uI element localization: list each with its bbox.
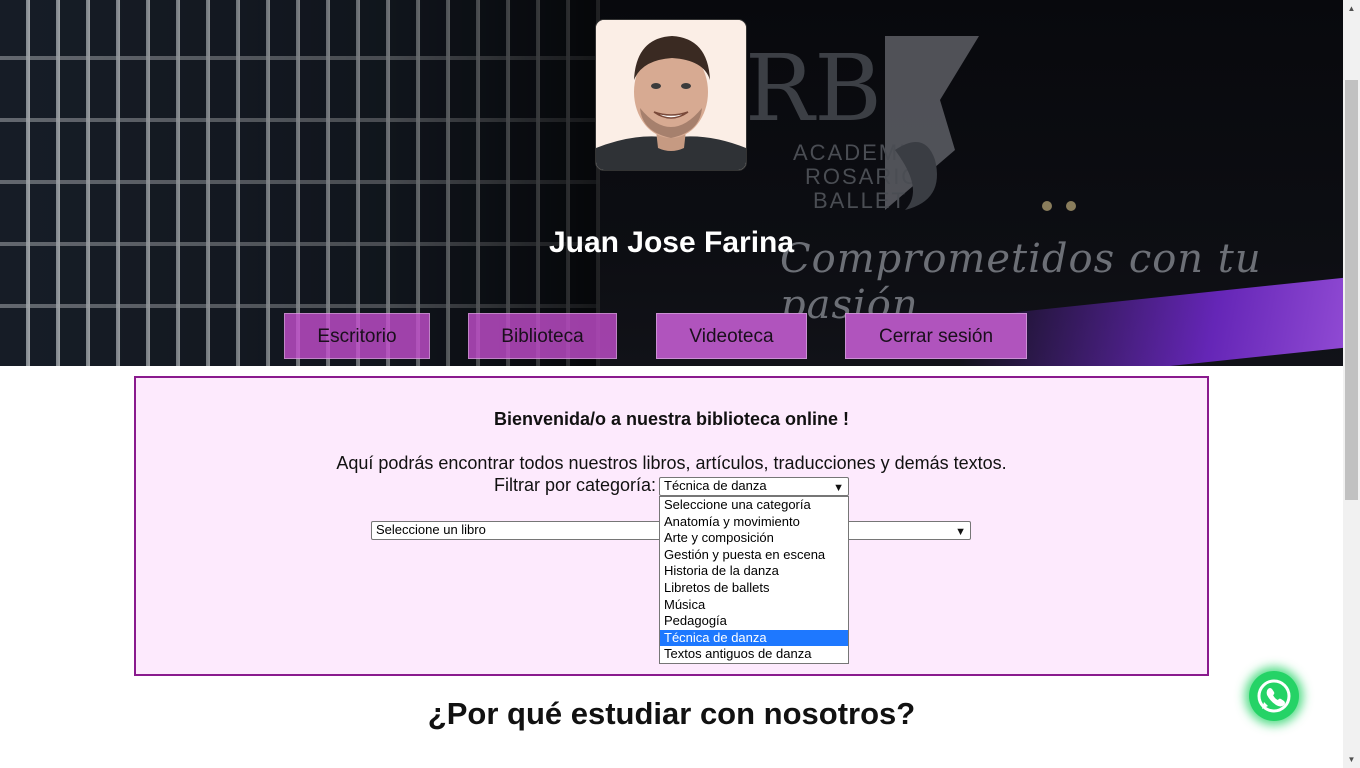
filter-label: Filtrar por categoría: [494,475,657,495]
category-option[interactable]: Libretos de ballets [660,580,848,597]
library-welcome: Bienvenida/o a nuestra biblioteca online… [493,409,850,429]
avatar-photo [596,20,746,170]
nav-videoteca-button[interactable]: Videoteca [656,313,807,359]
category-dropdown-list[interactable]: Seleccione una categoría Anatomía y movi… [659,496,849,664]
logo-line-2: ROSARIO [805,164,920,189]
page: RB ACADEMIA ROSARIO BALLET Comprometidos… [0,0,1343,768]
category-option[interactable]: Textos antiguos de danza [660,646,848,663]
logo-letters: RB [745,35,882,142]
section-heading: ¿Por qué estudiar con nosotros? [427,696,916,731]
category-option[interactable]: Arte y composición [660,530,848,547]
nav-escritorio-button[interactable]: Escritorio [284,313,430,359]
category-select[interactable]: Técnica de danza ▼ [659,477,849,496]
scroll-down-arrow-icon[interactable]: ▼ [1343,751,1360,768]
scrollbar-thumb[interactable] [1345,80,1358,500]
category-option[interactable]: Anatomía y movimiento [660,514,848,531]
category-option[interactable]: Música [660,597,848,614]
door-knobs [1042,198,1090,216]
academy-logo: RB ACADEMIA ROSARIO BALLET [745,35,979,213]
nav-biblioteca-button[interactable]: Biblioteca [468,313,617,359]
scroll-up-arrow-icon[interactable]: ▲ [1343,0,1360,17]
category-select-value: Técnica de danza [664,478,767,493]
vertical-scrollbar[interactable]: ▲ ▼ [1343,0,1360,768]
chevron-down-icon: ▼ [833,482,844,494]
category-option[interactable]: Seleccione una categoría [660,497,848,514]
whatsapp-icon [1257,679,1291,713]
avatar [596,20,746,170]
logo-line-3: BALLET [813,188,907,213]
whatsapp-button[interactable] [1249,671,1299,721]
nav-cerrar-sesion-button[interactable]: Cerrar sesión [845,313,1027,359]
book-select-value: Seleccione un libro [376,522,486,537]
background-gate-image [0,0,640,366]
user-name: Juan Jose Farina [548,226,795,259]
category-option[interactable]: Gestión y puesta en escena [660,547,848,564]
chevron-down-icon: ▼ [955,526,966,538]
category-option-selected[interactable]: Técnica de danza [660,629,848,647]
category-option[interactable]: Historia de la danza [660,563,848,580]
library-intro: Aquí podrás encontrar todos nuestros lib… [336,453,1007,473]
category-option[interactable]: Pedagogía [660,613,848,630]
